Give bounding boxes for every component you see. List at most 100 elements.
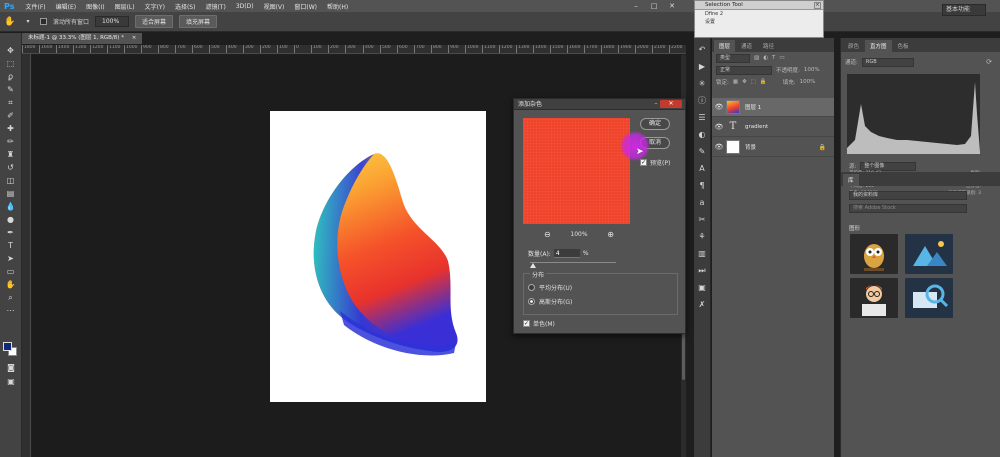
library-item-owl[interactable] xyxy=(850,234,898,274)
path-select-tool-icon[interactable]: ➤ xyxy=(4,253,18,264)
filter-image-icon[interactable]: ▨ xyxy=(754,55,759,61)
blur-tool-icon[interactable]: 💧 xyxy=(4,201,18,212)
foreground-color-swatch[interactable] xyxy=(3,342,12,351)
preview-checkbox[interactable]: ✓ xyxy=(640,159,647,166)
tab-color[interactable]: 颜色 xyxy=(843,40,864,52)
tool-preset-chevron-icon[interactable]: ▾ xyxy=(22,16,34,28)
layer-name[interactable]: 背景 xyxy=(745,143,756,151)
layer-kind-filter[interactable]: 类型 xyxy=(716,53,750,63)
visibility-eye-icon[interactable]: 👁 xyxy=(712,143,726,151)
history-brush-tool-icon[interactable]: ↺ xyxy=(4,162,18,173)
menu-image[interactable]: 图像(I) xyxy=(81,2,109,11)
lock-pixels-icon[interactable]: ▦ xyxy=(733,79,738,85)
lock-all-icon[interactable]: 🔒 xyxy=(760,79,767,85)
tab-histogram[interactable]: 直方图 xyxy=(865,40,892,52)
brush-presets-icon[interactable]: ✎ xyxy=(696,146,708,158)
more-tools-icon[interactable]: ⋯ xyxy=(4,305,18,316)
menu-select[interactable]: 选择(S) xyxy=(170,2,201,11)
amount-input[interactable]: 4 xyxy=(553,249,580,258)
menu-file[interactable]: 文件(F) xyxy=(20,2,50,11)
visibility-eye-icon[interactable]: 👁 xyxy=(712,123,726,131)
dialog-minimize-icon[interactable]: – xyxy=(653,101,659,107)
menu-window[interactable]: 窗口(W) xyxy=(289,2,322,11)
library-item-search[interactable] xyxy=(905,278,953,318)
stamp-tool-icon[interactable]: ♜ xyxy=(4,149,18,160)
styles-icon[interactable]: ✗ xyxy=(696,299,708,311)
zoom-field[interactable]: 100% xyxy=(95,16,130,27)
actions-icon[interactable]: ▶ xyxy=(696,61,708,73)
menu-edit[interactable]: 编辑(E) xyxy=(51,2,81,11)
paragraph-icon[interactable]: ¶ xyxy=(696,180,708,192)
quick-select-tool-icon[interactable]: ✎ xyxy=(4,84,18,95)
gaussian-option[interactable]: 高斯分布(G) xyxy=(528,297,572,306)
visibility-eye-icon[interactable]: 👁 xyxy=(712,103,726,111)
scroll-all-windows-checkbox[interactable] xyxy=(40,18,47,25)
eraser-tool-icon[interactable]: ◫ xyxy=(4,175,18,186)
screen-mode-icon[interactable]: ▣ xyxy=(4,376,18,387)
layer-comps-icon[interactable]: ▣ xyxy=(696,282,708,294)
healing-tool-icon[interactable]: ✚ xyxy=(4,123,18,134)
dodge-tool-icon[interactable]: ● xyxy=(4,214,18,225)
minimize-icon[interactable]: – xyxy=(630,1,642,11)
tab-layers[interactable]: 图层 xyxy=(714,40,736,52)
pen-tool-icon[interactable]: ✒ xyxy=(4,227,18,238)
tool-presets-icon[interactable]: ✂ xyxy=(696,214,708,226)
amount-slider-thumb[interactable] xyxy=(530,263,537,268)
glyphs-icon[interactable]: a xyxy=(696,197,708,209)
tab-swatches[interactable]: 色板 xyxy=(893,40,914,52)
eyedropper-tool-icon[interactable]: ✐ xyxy=(4,110,18,121)
workspace-select[interactable]: 基本功能 xyxy=(942,4,986,16)
document-canvas[interactable] xyxy=(270,111,486,402)
properties-icon[interactable]: ☰ xyxy=(696,112,708,124)
library-select[interactable]: 我的资料库 xyxy=(849,190,967,200)
document-tab[interactable]: 未标题-1 @ 33.3% (图层 1, RGB/8) * × xyxy=(22,33,143,44)
hand-tool-icon[interactable]: ✋ xyxy=(4,16,16,28)
history-icon[interactable]: ↶ xyxy=(696,44,708,56)
clone-source-icon[interactable]: ⚘ xyxy=(696,231,708,243)
dfine-item[interactable]: Dfine 2 xyxy=(695,10,823,18)
adjustments-icon[interactable]: ◐ xyxy=(696,129,708,141)
tab-channels[interactable]: 通道 xyxy=(736,40,757,52)
selection-tool-close-icon[interactable]: × xyxy=(814,2,821,9)
monochromatic-row[interactable]: ✓ 单色(M) xyxy=(523,319,555,328)
channel-select[interactable]: RGB xyxy=(861,57,914,67)
layer-row[interactable]: 👁 图层 1 xyxy=(712,98,834,117)
marquee-tool-icon[interactable]: ⬚ xyxy=(4,58,18,69)
layer-row[interactable]: 👁 T gradient xyxy=(712,118,834,137)
library-item-person[interactable] xyxy=(850,278,898,318)
info-icon[interactable]: ⓘ xyxy=(696,95,708,107)
menu-3d[interactable]: 3D(D) xyxy=(231,3,259,10)
hand-tool-icon[interactable]: ✋ xyxy=(4,279,18,290)
zoom-tool-icon[interactable]: ⌕ xyxy=(4,292,18,303)
zoom-in-icon[interactable]: ⊕ xyxy=(607,230,614,239)
layer-name[interactable]: 图层 1 xyxy=(745,103,761,111)
notes-icon[interactable]: ▥ xyxy=(696,248,708,260)
move-tool-icon[interactable]: ✥ xyxy=(4,45,18,56)
noise-preview[interactable] xyxy=(523,118,630,224)
opacity-value[interactable]: 100% xyxy=(804,67,820,73)
layer-row[interactable]: 👁 背景 🔒 xyxy=(712,138,834,157)
preview-checkbox-row[interactable]: ✓ 预览(P) xyxy=(640,158,670,167)
layer-name[interactable]: gradient xyxy=(745,124,768,130)
filter-type-icon[interactable]: T xyxy=(772,55,775,61)
fill-screen-button[interactable]: 填充屏幕 xyxy=(179,15,218,28)
uniform-radio[interactable] xyxy=(528,284,535,291)
gradient-tool-icon[interactable]: ▤ xyxy=(4,188,18,199)
lock-position-icon[interactable]: ✥ xyxy=(742,79,747,85)
filter-adjust-icon[interactable]: ◐ xyxy=(763,55,768,61)
ok-button[interactable]: 确定 xyxy=(640,118,670,130)
close-tab-icon[interactable]: × xyxy=(132,35,137,41)
quick-mask-icon[interactable]: ◙ xyxy=(4,362,18,373)
dialog-close-button[interactable]: ✕ xyxy=(660,100,682,108)
refresh-icon[interactable]: ⟳ xyxy=(986,58,992,66)
shape-tool-icon[interactable]: ▭ xyxy=(4,266,18,277)
blend-mode-select[interactable]: 正常 xyxy=(716,65,772,75)
library-item-mountain[interactable] xyxy=(905,234,953,274)
timeline-icon[interactable]: ⏭ xyxy=(696,265,708,277)
lock-artboard-icon[interactable]: ⬚ xyxy=(751,79,756,85)
fit-screen-button[interactable]: 适合屏幕 xyxy=(135,15,174,28)
menu-filter[interactable]: 滤镜(T) xyxy=(200,2,230,11)
close-icon[interactable]: ✕ xyxy=(666,1,678,11)
character-icon[interactable]: A xyxy=(696,163,708,175)
tab-library[interactable]: 库 xyxy=(843,174,859,186)
